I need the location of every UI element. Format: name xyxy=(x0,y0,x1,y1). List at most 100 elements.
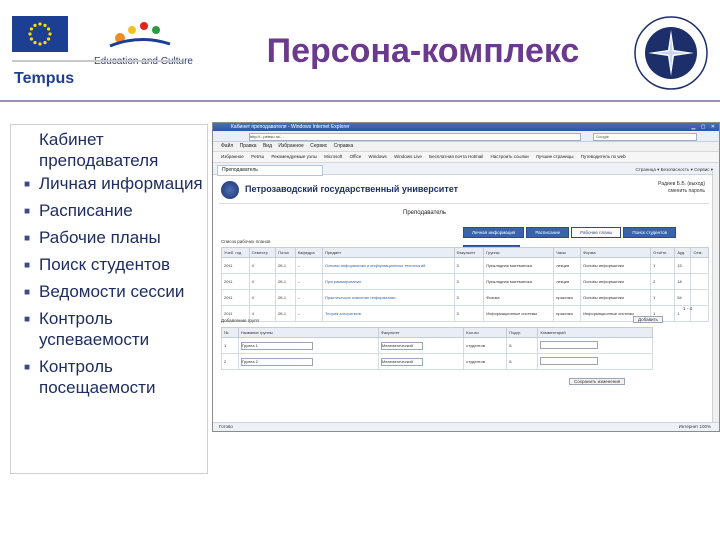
command-bar[interactable]: Страница ▾ Безопасность ▾ Сервис ▾ xyxy=(635,165,713,174)
zone-zoom-indicator[interactable]: Интернет 100% xyxy=(679,423,711,431)
column-header: Кафедра xyxy=(294,247,323,258)
divider xyxy=(12,60,182,62)
window-title: Кабинет преподавателя - Windows Internet… xyxy=(231,124,350,130)
group-name-field[interactable]: Группа 1 xyxy=(240,341,313,350)
comment-field[interactable] xyxy=(540,341,599,349)
plans-section-label: Список рабочих планов xyxy=(221,239,271,244)
list-item: ■ Поиск студентов xyxy=(24,255,171,274)
column-header: Семестр xyxy=(248,247,277,258)
eu-flag-icon xyxy=(12,16,68,52)
site-header: Петрозаводский государственный университ… xyxy=(219,179,709,204)
change-password-link[interactable]: сменить пароль xyxy=(658,188,705,195)
favorite-link[interactable]: Windows xyxy=(369,154,387,159)
menu-item-tools[interactable]: Сервис xyxy=(310,143,327,149)
faculty-select[interactable]: Математический xyxy=(380,357,423,366)
feature-list: ■ Личная информация ■ Расписание ■ Рабочие … xyxy=(11,173,207,404)
menu-item-file[interactable]: Файл xyxy=(221,143,233,149)
nav-work-plans[interactable]: Рабочие планы xyxy=(571,227,622,238)
table-row[interactable]: 2011 4 05-1– Практическое освоение информа… xyxy=(221,289,709,306)
address-bar: http://...petrsu.ru/... Google xyxy=(213,131,719,142)
table-row[interactable]: 2011 4 05-1– Программирование 3 Прикладная м… xyxy=(221,273,709,290)
list-item: ■ Контроль посещаемости xyxy=(24,357,156,397)
subject-link[interactable]: Практическое освоение информатики xyxy=(321,289,455,306)
nav-schedule[interactable]: Расписание xyxy=(526,227,570,238)
comment-field[interactable] xyxy=(540,357,599,365)
nav-student-search[interactable]: Поиск студентов xyxy=(623,227,677,238)
save-changes-button[interactable]: Сохранить изменения xyxy=(569,378,626,385)
slide-title: Персона-комплекс xyxy=(266,32,580,70)
eu-logo-area: Education and Culture Tempus xyxy=(6,10,194,88)
favorite-link[interactable]: Лучшие страницы xyxy=(536,154,574,159)
status-bar: Готово Интернет 100% xyxy=(213,422,719,431)
column-header: Сем. xyxy=(690,247,709,258)
tempus-logo: Tempus xyxy=(14,70,75,87)
browser-window: Кабинет преподавателя - Windows Internet… xyxy=(212,122,720,432)
favorite-link[interactable]: Настроить ссылки xyxy=(491,154,529,159)
column-header: Факультет xyxy=(453,247,485,258)
favorite-link[interactable]: Путеводитель по web xyxy=(581,154,626,159)
menu-item-help[interactable]: Справка xyxy=(334,143,354,149)
pager: 1 - 4 xyxy=(683,306,693,311)
subject-link[interactable]: Теория алгоритмов xyxy=(321,305,455,322)
subject-link[interactable]: Основы информатики и информационных техн… xyxy=(321,257,455,274)
menu-bar: Файл Правка Вид Избранное Сервис Справка xyxy=(213,142,719,152)
column-header: Учеб. год xyxy=(221,247,250,258)
group-name-field[interactable]: Группа 2 xyxy=(240,357,313,366)
column-header: Факультет xyxy=(377,327,465,338)
column-header: Форма xyxy=(580,247,652,258)
menu-item-view[interactable]: Вид xyxy=(263,143,272,149)
menu-item-edit[interactable]: Правка xyxy=(240,143,257,149)
favorite-link[interactable]: Windows Live xyxy=(394,154,422,159)
user-name-link[interactable]: Радиев Б.Б. (выход) xyxy=(658,181,705,188)
nav-personal-info[interactable]: Личная информация xyxy=(463,227,525,238)
bullet-icon: ■ xyxy=(24,260,31,271)
user-info: Радиев Б.Б. (выход) сменить пароль xyxy=(658,181,705,195)
table-header-row: № Название группы Факультет Кол-во Подгр… xyxy=(221,327,653,338)
favorite-link[interactable]: Избранное xyxy=(221,154,244,159)
column-header: Комментарий xyxy=(537,327,653,338)
list-item: ■ Личная информация xyxy=(24,174,203,193)
status-text: Готово xyxy=(219,424,233,429)
column-header: Кол-во xyxy=(463,327,508,338)
page-role: Преподаватель xyxy=(403,210,447,216)
column-header: Подгр. xyxy=(506,327,539,338)
groups-table: № Название группы Факультет Кол-во Подгр… xyxy=(221,327,653,370)
bullet-icon: ■ xyxy=(24,179,31,190)
table-row: 1 Группа 1 Математический студентов 8 xyxy=(221,337,653,354)
faculty-select[interactable]: Математический xyxy=(380,341,423,350)
column-header: Ауд. xyxy=(674,247,692,258)
favorite-link[interactable]: Рекомендуемые узлы xyxy=(271,154,316,159)
university-seal-icon xyxy=(634,16,708,90)
bullet-icon: ■ xyxy=(24,287,31,298)
url-input[interactable]: http://...petrsu.ru/... xyxy=(249,133,581,141)
window-controls[interactable]: ▁ ▢ ✕ xyxy=(691,124,717,130)
list-item: ■ Ведомости сессии xyxy=(24,282,185,301)
tab-strip: Преподаватель Страница ▾ Безопасность ▾ … xyxy=(213,163,719,176)
bullet-icon: ■ xyxy=(24,206,31,217)
panel-heading: Кабинет преподавателя xyxy=(39,130,159,170)
university-emblem-icon xyxy=(221,181,239,199)
site-nav: Личная информация Расписание Рабочие планы… xyxy=(463,221,719,256)
column-header: Отчётн. xyxy=(650,247,676,258)
edit-section-label: Добавление групп xyxy=(221,318,259,323)
bullet-icon: ■ xyxy=(24,314,31,325)
header-divider xyxy=(0,100,720,102)
vertical-scrollbar[interactable] xyxy=(712,171,719,423)
column-header: Группы xyxy=(483,247,555,258)
table-header-row: Учеб. год Семестр Поток Кафедра Предмет … xyxy=(221,247,709,258)
plans-table: Учеб. год Семестр Поток Кафедра Предмет … xyxy=(221,247,709,322)
favorite-link[interactable]: Office xyxy=(350,154,362,159)
favorites-bar: Избранное Petrsu Рекомендуемые узлы Micr… xyxy=(213,152,719,163)
subject-link[interactable]: Программирование xyxy=(321,273,455,290)
favorite-link[interactable]: Microsoft xyxy=(324,154,342,159)
favorite-link[interactable]: Бесплатная почта Hotmail xyxy=(429,154,483,159)
education-culture-logo-icon xyxy=(109,22,171,48)
list-item: ■ Контроль успеваемости xyxy=(24,309,150,349)
add-button[interactable]: Добавить xyxy=(633,316,663,323)
favorite-link[interactable]: Petrsu xyxy=(251,154,264,159)
table-row: 2 Группа 2 Математический студентов 8 xyxy=(221,353,653,370)
browser-titlebar: Кабинет преподавателя - Windows Internet… xyxy=(213,123,719,131)
menu-item-favorites[interactable]: Избранное xyxy=(278,143,303,149)
search-input[interactable]: Google xyxy=(593,133,697,141)
table-row[interactable]: 2011 4 05-1– Основы информатики и информац… xyxy=(221,257,709,274)
